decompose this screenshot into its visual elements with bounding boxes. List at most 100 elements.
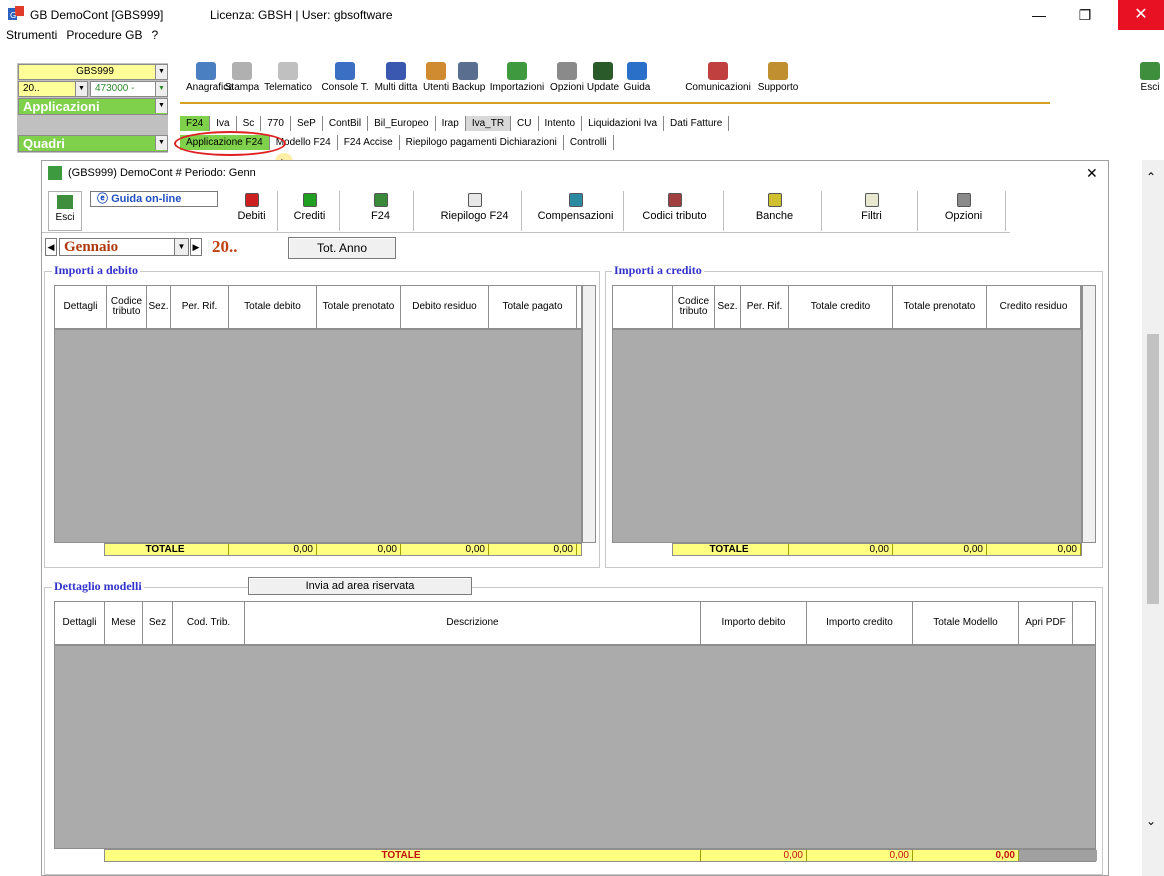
col-sez[interactable]: Sez. xyxy=(147,286,171,328)
col-totale-prenotato[interactable]: Totale prenotato xyxy=(317,286,401,328)
toolbar-button-importazioni[interactable]: Importazioni xyxy=(484,62,550,102)
toolbar-button-backup[interactable]: Backup xyxy=(452,62,485,102)
tab-f24[interactable]: F24 xyxy=(180,116,211,131)
modelli-grid[interactable] xyxy=(54,645,1096,849)
next-month-button[interactable]: ▶ xyxy=(190,238,202,256)
col-sez[interactable]: Sez. xyxy=(715,286,741,328)
quadri-select[interactable]: Quadri ▼ xyxy=(18,135,168,152)
child-button-f24[interactable]: F24 xyxy=(348,191,414,231)
toolbar-label: Importazioni xyxy=(489,82,545,93)
col-importo-debito[interactable]: Importo debito xyxy=(701,602,807,644)
toolbar-button-opzioni[interactable]: Opzioni xyxy=(548,62,586,102)
col-credito-residuo[interactable]: Credito residuo xyxy=(987,286,1081,328)
minimize-button[interactable]: — xyxy=(1016,0,1062,30)
menu-help[interactable]: ? xyxy=(152,28,159,42)
guida-online-button[interactable]: ⓔ Guida on-line xyxy=(90,191,218,207)
tab-irap[interactable]: Irap xyxy=(436,116,466,131)
col-codice-tributo[interactable]: Codice tributo xyxy=(107,286,147,328)
child-button-codici-tributo[interactable]: Codici tributo xyxy=(626,191,724,231)
col-totale-pagato[interactable]: Totale pagato xyxy=(489,286,577,328)
main-scrollbar[interactable]: ⌃ ⌄ xyxy=(1142,160,1164,876)
toolbar-button-utenti[interactable]: Utenti xyxy=(420,62,452,102)
tab-iva-tr[interactable]: Iva_TR xyxy=(465,116,512,131)
month-select[interactable]: Gennaio ▼ xyxy=(59,238,189,256)
tab-770[interactable]: 770 xyxy=(261,116,291,131)
tab-contbil[interactable]: ContBil xyxy=(323,116,369,131)
exit-button[interactable]: Esci xyxy=(1136,62,1164,102)
account-select[interactable]: 473000 - ▼ xyxy=(90,81,168,97)
col-dettagli[interactable]: Dettagli xyxy=(55,602,105,644)
credito-total-prenotato: 0,00 xyxy=(893,544,987,555)
col-cod-trib[interactable]: Cod. Trib. xyxy=(173,602,245,644)
toolbar-button-comunicazioni[interactable]: Comunicazioni xyxy=(680,62,756,102)
toolbar-label: Utenti xyxy=(422,82,450,93)
col-sez[interactable]: Sez xyxy=(143,602,173,644)
col-totale-debito[interactable]: Totale debito xyxy=(229,286,317,328)
col-mese[interactable]: Mese xyxy=(105,602,143,644)
modelli-total-filler xyxy=(1019,850,1097,861)
menu-strumenti[interactable]: Strumenti xyxy=(6,28,57,42)
scrollbar-thumb[interactable] xyxy=(1147,334,1159,604)
child-button-filtri[interactable]: Filtri xyxy=(826,191,918,231)
subtab-f24-accise[interactable]: F24 Accise xyxy=(338,135,400,150)
toolbar-button-stampa[interactable]: Stampa xyxy=(224,62,260,102)
subtab-controlli[interactable]: Controlli xyxy=(564,135,614,150)
restore-button[interactable]: ❐ xyxy=(1062,0,1108,30)
tab-liquidazioni-iva[interactable]: Liquidazioni Iva xyxy=(582,116,665,131)
credito-total-label: TOTALE xyxy=(673,544,789,555)
col-descrizione[interactable]: Descrizione xyxy=(245,602,701,644)
toolbar-button-update[interactable]: Update xyxy=(584,62,622,102)
toolbar-button-console-t-[interactable]: Console T. xyxy=(318,62,372,102)
toolbar-button-guida[interactable]: Guida xyxy=(622,62,652,102)
child-exit-button[interactable]: Esci xyxy=(48,191,82,231)
toolbar-button-multi-ditta[interactable]: Multi ditta xyxy=(370,62,422,102)
subtab-riepilogo-pagamenti-dichiarazioni[interactable]: Riepilogo pagamenti Dichiarazioni xyxy=(400,135,564,150)
year-value: 20.. xyxy=(23,83,40,94)
tab-iva[interactable]: Iva xyxy=(210,116,237,131)
scroll-up-icon[interactable]: ⌃ xyxy=(1146,170,1156,184)
menu-procedure-gb[interactable]: Procedure GB xyxy=(66,28,142,42)
child-button-riepilogo-f24[interactable]: Riepilogo F24 xyxy=(428,191,522,231)
tab-intento[interactable]: Intento xyxy=(539,116,583,131)
debito-grid[interactable] xyxy=(54,329,582,543)
child-button-banche[interactable]: Banche xyxy=(728,191,822,231)
col-importo-credito[interactable]: Importo credito xyxy=(807,602,913,644)
guida-online-label: Guida on-line xyxy=(111,193,182,205)
col-codice-tributo[interactable]: Codice tributo xyxy=(673,286,715,328)
debito-scrollbar[interactable] xyxy=(582,285,596,543)
child-close-button[interactable]: ✕ xyxy=(1086,165,1098,182)
tab-bil-europeo[interactable]: Bil_Europeo xyxy=(368,116,436,131)
col-per-rif[interactable]: Per. Rif. xyxy=(741,286,789,328)
tot-anno-button[interactable]: Tot. Anno xyxy=(288,237,396,259)
tab-sep[interactable]: SeP xyxy=(291,116,323,131)
col-per-rif[interactable]: Per. Rif. xyxy=(171,286,229,328)
child-button-opzioni[interactable]: Opzioni xyxy=(922,191,1006,231)
child-button-compensazioni[interactable]: Compensazioni xyxy=(528,191,624,231)
year-select[interactable]: 20.. ▼ xyxy=(18,81,88,97)
col-totale-credito[interactable]: Totale credito xyxy=(789,286,893,328)
riepilogo-icon xyxy=(467,193,482,207)
tab-dati-fatture[interactable]: Dati Fatture xyxy=(664,116,730,131)
scroll-down-icon[interactable]: ⌄ xyxy=(1146,814,1156,828)
col-totale-modello[interactable]: Totale Modello xyxy=(913,602,1019,644)
account-value: 473000 - xyxy=(95,83,135,94)
credito-grid[interactable] xyxy=(612,329,1082,543)
tab-sc[interactable]: Sc xyxy=(237,116,262,131)
close-window-button[interactable]: ✕ xyxy=(1118,0,1164,30)
col-apri-pdf[interactable]: Apri PDF xyxy=(1019,602,1073,644)
col-totale-prenotato[interactable]: Totale prenotato xyxy=(893,286,987,328)
toolbar-button-anagrafica[interactable]: Anagrafica xyxy=(186,62,234,102)
col-dettagli[interactable]: Dettagli xyxy=(55,286,107,328)
col-debito-residuo[interactable]: Debito residuo xyxy=(401,286,489,328)
company-code-select[interactable]: GBS999 ▼ xyxy=(18,64,168,80)
toolbar-button-supporto[interactable]: Supporto xyxy=(752,62,804,102)
credito-scrollbar[interactable] xyxy=(1082,285,1096,543)
applicazioni-select[interactable]: Applicazioni ▼ xyxy=(18,98,168,115)
tab-cu[interactable]: CU xyxy=(511,116,539,131)
send-reserved-area-button[interactable]: Invia ad area riservata xyxy=(248,577,472,595)
child-button-debiti[interactable]: Debiti xyxy=(226,191,278,231)
col-blank[interactable] xyxy=(613,286,673,328)
toolbar-button-telematico[interactable]: Telematico xyxy=(262,62,314,102)
child-button-crediti[interactable]: Crediti xyxy=(280,191,340,231)
prev-month-button[interactable]: ◀ xyxy=(45,238,57,256)
